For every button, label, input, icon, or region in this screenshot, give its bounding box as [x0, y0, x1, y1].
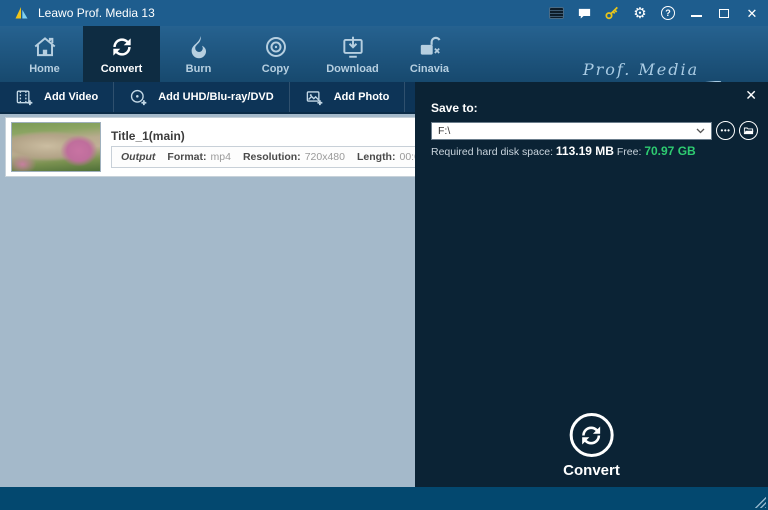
convert-button-label: Convert: [563, 462, 620, 479]
required-space-value: 113.19 MB: [556, 144, 614, 158]
nav-label: Download: [326, 63, 379, 75]
open-lock-icon: [417, 34, 443, 60]
free-space-label: Free:: [617, 146, 642, 158]
required-space-label: Required hard disk space:: [431, 146, 553, 158]
burn-flame-icon: [186, 34, 212, 60]
main-nav: Home Convert Burn Copy Download: [0, 26, 768, 82]
feedback-bubble-icon[interactable]: [576, 5, 592, 21]
brand-text: Prof. Media: [583, 60, 699, 79]
button-label: Add Video: [44, 91, 98, 103]
button-label: Add UHD/Blu-ray/DVD: [158, 91, 274, 103]
nav-label: Convert: [101, 63, 143, 75]
button-label: Add Photo: [334, 91, 390, 103]
close-button[interactable]: ✕: [744, 5, 760, 21]
chevron-down-icon: [696, 128, 705, 134]
save-to-label: Save to:: [431, 101, 478, 115]
filmstrip-plus-icon: [15, 88, 34, 107]
convert-button[interactable]: Convert: [563, 413, 620, 479]
open-folder-button[interactable]: [739, 121, 758, 140]
disc-plus-icon: [129, 88, 148, 107]
statusbar: [0, 487, 768, 510]
app-window: Leawo Prof. Media 13 ⚙ ? ✕: [0, 0, 768, 510]
titlebar: Leawo Prof. Media 13 ⚙ ? ✕: [0, 0, 768, 26]
save-path-row: F:\ •••: [431, 121, 758, 140]
leawo-logo-icon: [14, 5, 30, 21]
disc-icon: [263, 34, 289, 60]
disk-space-info: Required hard disk space: 113.19 MB Free…: [431, 144, 696, 158]
convert-circle-icon: [570, 413, 614, 457]
download-icon: [340, 34, 366, 60]
nav-label: Copy: [262, 63, 290, 75]
output-label: Output: [121, 151, 155, 163]
panel-close-icon[interactable]: ✕: [745, 88, 757, 102]
nav-tab-burn[interactable]: Burn: [160, 26, 237, 82]
help-icon[interactable]: ?: [660, 5, 676, 21]
add-uhd-bluray-dvd-button[interactable]: Add UHD/Blu-ray/DVD: [114, 82, 290, 112]
ellipsis-icon: •••: [721, 127, 731, 135]
nav-label: Home: [29, 63, 60, 75]
nav-tab-convert[interactable]: Convert: [83, 26, 160, 82]
register-key-icon[interactable]: [604, 5, 620, 21]
nav-label: Burn: [186, 63, 212, 75]
convert-icon: [109, 34, 135, 60]
save-path-value: F:\: [438, 125, 696, 137]
save-path-dropdown[interactable]: F:\: [431, 122, 712, 140]
add-video-button[interactable]: Add Video: [0, 82, 114, 112]
home-icon: [32, 34, 58, 60]
format-field: Format: mp4: [167, 151, 231, 163]
nav-tab-download[interactable]: Download: [314, 26, 391, 82]
nav-tab-cinavia[interactable]: Cinavia: [391, 26, 468, 82]
video-title: Title_1(main): [111, 129, 185, 143]
titlebar-controls: ⚙ ? ✕: [548, 5, 760, 21]
resize-grip[interactable]: [754, 496, 766, 508]
save-panel: ✕ Save to: F:\ ••• Required hard disk sp…: [415, 82, 768, 487]
window-title: Leawo Prof. Media 13: [38, 6, 155, 20]
browse-button[interactable]: •••: [716, 121, 735, 140]
video-thumbnail: [11, 122, 101, 172]
output-info-box: Output Format: mp4 Resolution: 720x480 L…: [111, 146, 456, 168]
resolution-field: Resolution: 720x480: [243, 151, 345, 163]
free-space-value: 70.97 GB: [644, 144, 695, 158]
nav-tab-copy[interactable]: Copy: [237, 26, 314, 82]
file-list-item[interactable]: Title_1(main) Output Format: mp4 Resolut…: [5, 117, 475, 177]
hardware-acceleration-icon[interactable]: [548, 5, 564, 21]
settings-gear-icon[interactable]: ⚙: [632, 5, 648, 21]
photo-plus-icon: [305, 88, 324, 107]
add-photo-button[interactable]: Add Photo: [290, 82, 406, 112]
maximize-button[interactable]: [716, 5, 732, 21]
folder-icon: [743, 125, 754, 136]
nav-label: Cinavia: [410, 63, 449, 75]
minimize-button[interactable]: [688, 5, 704, 21]
nav-tab-home[interactable]: Home: [6, 26, 83, 82]
